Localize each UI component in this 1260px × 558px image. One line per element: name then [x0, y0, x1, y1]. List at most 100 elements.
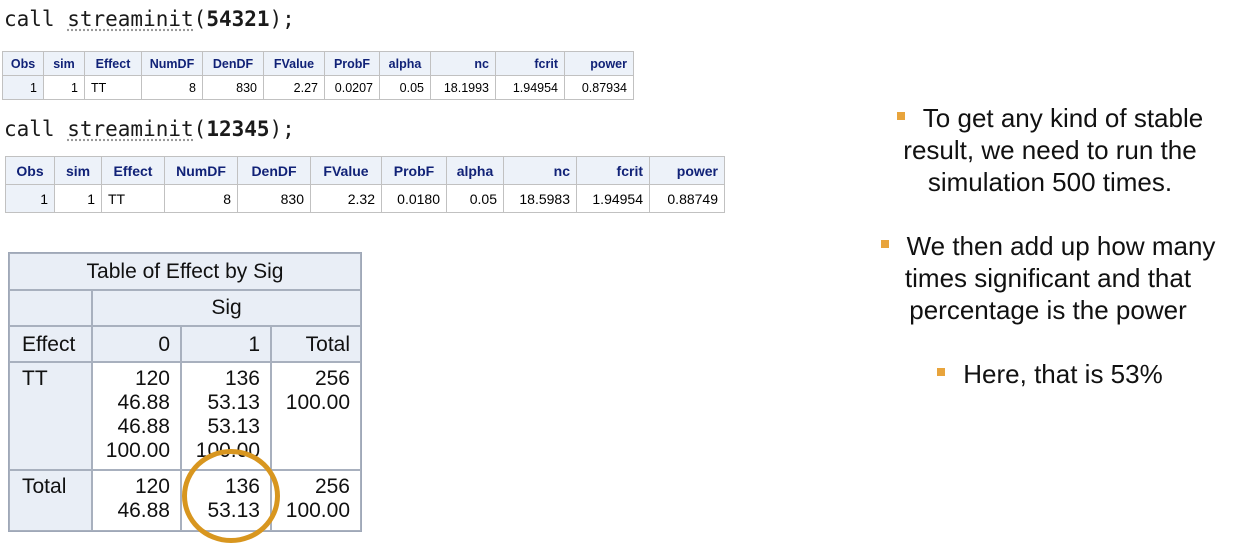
cell: TT: [84, 75, 142, 100]
col-header: sim: [43, 51, 85, 76]
col-header: NumDF: [164, 156, 238, 185]
cell: 2.27: [263, 75, 325, 100]
freq-value: 46.88: [117, 415, 170, 438]
freq-col-total: Total: [271, 326, 361, 362]
cell: TT: [101, 184, 165, 213]
code-close: );: [269, 7, 295, 31]
col-header: alpha: [446, 156, 504, 185]
results-table-2: Obs sim Effect NumDF DenDF FValue ProbF …: [5, 156, 725, 213]
col-header: DenDF: [202, 51, 264, 76]
bullet-square-icon: [896, 112, 905, 121]
bullet-text: times significant and that: [904, 263, 1192, 293]
cell: 0.0207: [324, 75, 380, 100]
freq-row-total-label: Total: [9, 470, 92, 531]
table-row: 1 1 TT 8 830 2.27 0.0207 0.05 18.1993 1.…: [2, 75, 634, 100]
col-header: DenDF: [237, 156, 311, 185]
freq-corner: [9, 290, 92, 326]
code-line-2: call streaminit(12345);: [4, 119, 295, 140]
freq-value: 136: [224, 367, 260, 390]
freq-value: 256: [314, 475, 350, 498]
col-header: ProbF: [381, 156, 447, 185]
code-function: streaminit: [67, 117, 194, 141]
code-close: );: [269, 117, 295, 141]
freq-value: 46.88: [117, 499, 170, 522]
bullet-text: We then add up how many: [906, 231, 1216, 261]
freq-cell-tt-0: 120 46.88 46.88 100.00: [92, 362, 181, 470]
col-header: power: [649, 156, 725, 185]
freq-value: 100.00: [285, 499, 350, 522]
cell: 8: [164, 184, 238, 213]
col-header: FValue: [310, 156, 382, 185]
col-header: Effect: [101, 156, 165, 185]
freq-col-0: 0: [92, 326, 181, 362]
code-seed: 54321: [206, 7, 270, 31]
cell: 1.94954: [576, 184, 650, 213]
header-row: Obs sim Effect NumDF DenDF FValue ProbF …: [2, 51, 634, 76]
cell: 18.1993: [430, 75, 496, 100]
col-header: nc: [430, 51, 496, 76]
code-paren: (: [193, 7, 207, 31]
code-function: streaminit: [67, 7, 194, 31]
freq-value: 120: [134, 367, 170, 390]
cell: 830: [237, 184, 311, 213]
col-header: fcrit: [576, 156, 650, 185]
cell: 0.87934: [564, 75, 634, 100]
freq-sig-header: Sig: [92, 290, 361, 326]
cell: 0.05: [446, 184, 504, 213]
bullet-2: We then add up how many times significan…: [838, 230, 1258, 326]
freq-cell-tt-total: 256 100.00: [271, 362, 361, 470]
cell: 2.32: [310, 184, 382, 213]
freq-value: 46.88: [117, 391, 170, 414]
col-header: nc: [503, 156, 577, 185]
col-header: Obs: [5, 156, 55, 185]
highlight-circle: [182, 449, 280, 543]
cell: 1.94954: [495, 75, 565, 100]
bullet-square-icon: [937, 368, 946, 377]
freq-value: 256: [314, 367, 350, 390]
freq-col-1: 1: [181, 326, 271, 362]
cell: 830: [202, 75, 264, 100]
bullet-text: To get any kind of stable: [922, 103, 1204, 133]
bullet-text: result, we need to run the: [903, 135, 1197, 165]
code-paren: (: [193, 117, 207, 141]
cell: 0.05: [379, 75, 431, 100]
col-header: alpha: [379, 51, 431, 76]
freq-value: 53.13: [207, 415, 260, 438]
freq-effect-header: Effect: [9, 326, 92, 362]
col-header: sim: [54, 156, 102, 185]
col-header: ProbF: [324, 51, 380, 76]
code-keyword: call: [4, 117, 68, 141]
code-keyword: call: [4, 7, 68, 31]
header-row: Obs sim Effect NumDF DenDF FValue ProbF …: [5, 156, 725, 185]
freq-row-tt-label: TT: [9, 362, 92, 470]
cell: 8: [141, 75, 203, 100]
freq-value: 53.13: [207, 391, 260, 414]
col-header: NumDF: [141, 51, 203, 76]
freq-cell-total-0: 120 46.88: [92, 470, 181, 531]
freq-value: 100.00: [105, 439, 170, 462]
bullet-3: Here, that is 53%: [900, 358, 1200, 390]
cell: 0.88749: [649, 184, 725, 213]
bullet-1: To get any kind of stable result, we nee…: [860, 102, 1240, 198]
freq-value: 120: [134, 475, 170, 498]
col-header: FValue: [263, 51, 325, 76]
cell: 1: [2, 75, 44, 100]
bullet-text: simulation 500 times.: [927, 167, 1173, 197]
freq-cell-total-total: 256 100.00: [271, 470, 361, 531]
col-header: Obs: [2, 51, 44, 76]
cell: 1: [43, 75, 85, 100]
freq-value: 100.00: [285, 391, 350, 414]
cell: 1: [5, 184, 55, 213]
cell: 18.5983: [503, 184, 577, 213]
bullet-text: Here, that is 53%: [963, 359, 1163, 389]
cell: 0.0180: [381, 184, 447, 213]
code-seed: 12345: [206, 117, 270, 141]
table-row: 1 1 TT 8 830 2.32 0.0180 0.05 18.5983 1.…: [5, 184, 725, 213]
freq-title: Table of Effect by Sig: [9, 253, 361, 290]
col-header: fcrit: [495, 51, 565, 76]
cell: 1: [54, 184, 102, 213]
bullet-square-icon: [880, 240, 889, 249]
col-header: power: [564, 51, 634, 76]
col-header: Effect: [84, 51, 142, 76]
bullet-text: percentage is the power: [909, 295, 1187, 325]
